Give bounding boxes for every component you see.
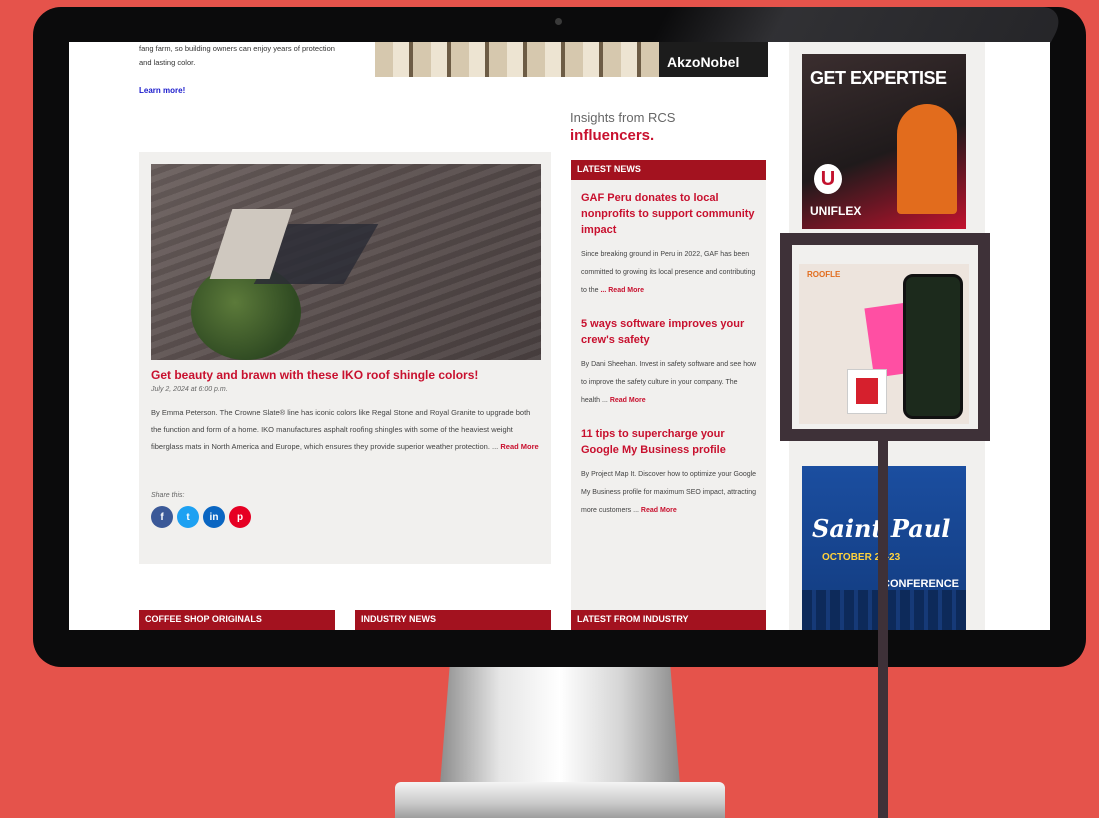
read-more-link[interactable]: Read More [500,442,538,451]
share-label: Share this: [151,492,185,499]
monitor-base [395,782,725,818]
camera-icon [555,18,562,25]
news-item: 5 ways software improves your crew's saf… [571,306,766,416]
category-bar-latest-industry[interactable]: LATEST FROM INDUSTRY [571,610,766,630]
monitor-gloss [650,7,1070,43]
category-bar-industry-news[interactable]: INDUSTRY NEWS [355,610,551,630]
intro-text: fang farm, so building owners can enjoy … [139,44,335,67]
news-title[interactable]: 5 ways software improves your crew's saf… [581,316,758,348]
twitter-icon[interactable]: t [177,506,199,528]
news-read-more-link[interactable]: Read More [610,397,646,404]
worker-figure [897,104,957,214]
news-item: GAF Peru donates to local nonprofits to … [571,180,766,306]
banner-logo: AkzoNobel [659,42,768,77]
news-item: 11 tips to supercharge your Google My Bu… [571,416,766,526]
learn-more-link[interactable]: Learn more! [139,86,185,95]
news-read-more-link[interactable]: ... Read More [600,287,644,294]
news-body-text: By Dani Sheehan. Invest in safety softwa… [581,361,757,404]
news-read-more-link[interactable]: Read More [641,507,677,514]
insights-subheading: influencers. [570,127,655,144]
article-date: July 2, 2024 at 6:00 p.m. [151,386,228,393]
monitor-stand [440,667,680,785]
insights-heading: Insights from RCS [570,110,676,125]
article-card: Get beauty and brawn with these IKO roof… [139,152,551,564]
ad-highlight-box [780,233,990,441]
article-body-text: By Emma Peterson. The Crowne Slate® line… [151,408,531,451]
facebook-icon[interactable]: f [151,506,173,528]
news-body: By Dani Sheehan. Invest in safety softwa… [581,356,758,410]
article-title[interactable]: Get beauty and brawn with these IKO roof… [151,368,541,382]
ad-uniflex-title: GET EXPERTISE [810,68,947,88]
share-icons: f t in p [151,506,251,528]
uniflex-logo-icon: U [814,164,842,194]
callout-line [878,441,888,818]
ad-uniflex[interactable]: GET EXPERTISE U UNIFLEX [802,54,966,229]
news-body: By Project Map It. Discover how to optim… [581,466,758,520]
saint-paul-dates: OCTOBER 21-23 [822,552,901,563]
category-bar-coffee-shop[interactable]: COFFEE SHOP ORIGINALS [139,610,335,630]
news-title[interactable]: GAF Peru donates to local nonprofits to … [581,190,758,238]
news-title[interactable]: 11 tips to supercharge your Google My Bu… [581,426,758,458]
uniflex-brand: UNIFLEX [810,204,862,218]
linkedin-icon[interactable]: in [203,506,225,528]
latest-news-bar: LATEST NEWS [571,160,766,180]
latest-news-column: LATEST NEWS GAF Peru donates to local no… [571,160,766,630]
article-body: By Emma Peterson. The Crowne Slate® line… [151,404,541,455]
article-photo[interactable] [151,164,541,360]
news-body: Since breaking ground in Peru in 2022, G… [581,246,758,300]
pinterest-icon[interactable]: p [229,506,251,528]
